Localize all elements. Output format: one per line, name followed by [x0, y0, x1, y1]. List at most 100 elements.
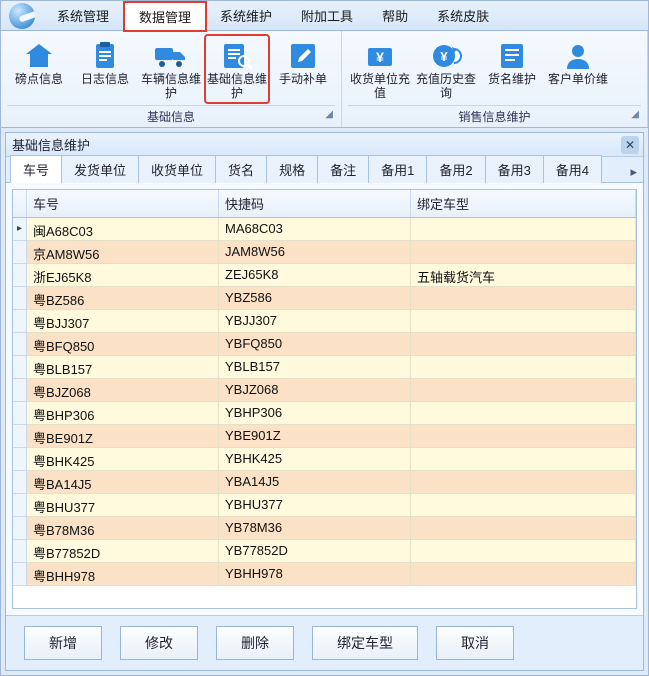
menu-item-2[interactable]: 系统维护 — [206, 1, 287, 30]
tab-1[interactable]: 发货单位 — [61, 155, 139, 183]
edit-button[interactable]: 修改 — [120, 626, 198, 660]
cell-shortcode: YBA14J5 — [219, 471, 411, 494]
table-row[interactable]: 粤BHP306YBHP306 — [13, 402, 636, 425]
row-indicator — [13, 264, 27, 287]
tab-scroll-right-icon[interactable]: ▸ — [624, 162, 643, 182]
tabs: 车号发货单位收货单位货名规格备注备用1备用2备用3备用4 ▸ — [6, 157, 643, 183]
cell-vehicle-type — [411, 402, 636, 425]
cell-shortcode: YBJJ307 — [219, 310, 411, 333]
column-header[interactable]: 快捷码 — [219, 190, 411, 217]
row-indicator — [13, 425, 27, 448]
table-row[interactable]: 粤BZ586YBZ586 — [13, 287, 636, 310]
toolbar-money-refresh-button[interactable]: ¥充值历史查询 — [414, 35, 478, 103]
cell-shortcode: YBJZ068 — [219, 379, 411, 402]
delete-button[interactable]: 删除 — [216, 626, 294, 660]
cell-vehicle-type — [411, 494, 636, 517]
table-row[interactable]: 京AM8W56JAM8W56 — [13, 241, 636, 264]
table-row[interactable]: 粤BE901ZYBE901Z — [13, 425, 636, 448]
table-row[interactable]: 粤BJZ068YBJZ068 — [13, 379, 636, 402]
toolbar-search-doc-button[interactable]: 基础信息维护 — [205, 35, 269, 103]
tab-8[interactable]: 备用3 — [485, 155, 544, 183]
row-indicator — [13, 471, 27, 494]
column-header[interactable]: 绑定车型 — [411, 190, 636, 217]
tab-9[interactable]: 备用4 — [543, 155, 602, 183]
column-header[interactable]: 车号 — [27, 190, 219, 217]
add-button[interactable]: 新增 — [24, 626, 102, 660]
tab-5[interactable]: 备注 — [317, 155, 369, 183]
table-row[interactable]: ▸闽A68C03MA68C03 — [13, 218, 636, 241]
toolbar-edit-button[interactable]: 手动补单 — [271, 35, 335, 103]
close-icon[interactable]: ✕ — [621, 136, 639, 154]
tab-4[interactable]: 规格 — [266, 155, 318, 183]
toolbar-label: 车辆信息维护 — [141, 73, 201, 101]
tab-6[interactable]: 备用1 — [368, 155, 427, 183]
menu-item-5[interactable]: 系统皮肤 — [423, 1, 504, 30]
toolbar-truck-button[interactable]: 车辆信息维护 — [139, 35, 203, 103]
truck-icon — [153, 39, 189, 73]
cell-vehicle-type — [411, 448, 636, 471]
list-icon — [494, 39, 530, 73]
cell-vehicle-no: 粤BHK425 — [27, 448, 219, 471]
panel-title-bar: 基础信息维护 ✕ — [6, 133, 643, 157]
tab-0[interactable]: 车号 — [10, 155, 62, 183]
row-indicator — [13, 241, 27, 264]
cell-shortcode: JAM8W56 — [219, 241, 411, 264]
menu-item-3[interactable]: 附加工具 — [287, 1, 368, 30]
table-row[interactable]: 粤BA14J5YBA14J5 — [13, 471, 636, 494]
tab-2[interactable]: 收货单位 — [138, 155, 216, 183]
cell-shortcode: YB78M36 — [219, 517, 411, 540]
cell-vehicle-no: 粤B78M36 — [27, 517, 219, 540]
toolbar-person-button[interactable]: 客户单价维 — [546, 35, 610, 103]
edit-icon — [285, 39, 321, 73]
cell-vehicle-no: 粤BZ586 — [27, 287, 219, 310]
cell-vehicle-type — [411, 241, 636, 264]
ribbon-expand-icon[interactable]: ◢ — [631, 109, 639, 120]
grid-body[interactable]: ▸闽A68C03MA68C03京AM8W56JAM8W56浙EJ65K8ZEJ6… — [13, 218, 636, 608]
menu-item-1[interactable]: 数据管理 — [124, 2, 206, 31]
button-row: 新增 修改 删除 绑定车型 取消 — [6, 615, 643, 670]
table-row[interactable]: 粤BJJ307YBJJ307 — [13, 310, 636, 333]
svg-text:¥: ¥ — [376, 49, 384, 65]
panel-title: 基础信息维护 — [12, 135, 90, 154]
menu-item-0[interactable]: 系统管理 — [43, 1, 124, 30]
row-indicator — [13, 494, 27, 517]
tab-7[interactable]: 备用2 — [426, 155, 485, 183]
toolbar-clipboard-button[interactable]: 日志信息 — [73, 35, 137, 103]
tab-3[interactable]: 货名 — [215, 155, 267, 183]
toolbar-home-button[interactable]: 磅点信息 — [7, 35, 71, 103]
cell-vehicle-no: 京AM8W56 — [27, 241, 219, 264]
app-logo — [1, 1, 43, 30]
row-indicator — [13, 448, 27, 471]
table-row[interactable]: 粤B78M36YB78M36 — [13, 517, 636, 540]
table-row[interactable]: 粤BLB157YBLB157 — [13, 356, 636, 379]
table-row[interactable]: 粤B77852DYB77852D — [13, 540, 636, 563]
cell-vehicle-type — [411, 540, 636, 563]
toolbar-list-button[interactable]: 货名维护 — [480, 35, 544, 103]
menu-item-4[interactable]: 帮助 — [368, 1, 423, 30]
cell-shortcode: YBHH978 — [219, 563, 411, 586]
cell-shortcode: YB77852D — [219, 540, 411, 563]
toolbar-money-button[interactable]: ¥收货单位充值 — [348, 35, 412, 103]
cell-vehicle-type: 五轴载货汽车 — [411, 264, 636, 287]
toolbar-label: 日志信息 — [81, 73, 129, 87]
table-row[interactable]: 粤BHK425YBHK425 — [13, 448, 636, 471]
row-indicator — [13, 402, 27, 425]
table-row[interactable]: 粤BFQ850YBFQ850 — [13, 333, 636, 356]
row-indicator — [13, 563, 27, 586]
cancel-button[interactable]: 取消 — [436, 626, 514, 660]
ribbon-group-sales: ¥收货单位充值¥充值历史查询货名维护客户单价维 销售信息维护◢ — [342, 31, 648, 127]
table-row[interactable]: 粤BHU377YBHU377 — [13, 494, 636, 517]
table-row[interactable]: 粤BHH978YBHH978 — [13, 563, 636, 586]
home-icon — [21, 39, 57, 73]
table-row[interactable]: 浙EJ65K8ZEJ65K8五轴载货汽车 — [13, 264, 636, 287]
row-indicator: ▸ — [13, 218, 27, 241]
cell-shortcode: YBHU377 — [219, 494, 411, 517]
cell-vehicle-no: 粤BE901Z — [27, 425, 219, 448]
cell-vehicle-no: 闽A68C03 — [27, 218, 219, 241]
menubar: 系统管理数据管理系统维护附加工具帮助系统皮肤 — [1, 1, 648, 31]
ribbon-expand-icon[interactable]: ◢ — [325, 109, 333, 120]
toolbar-label: 基础信息维护 — [207, 73, 267, 101]
cell-vehicle-type — [411, 563, 636, 586]
bind-vehicle-button[interactable]: 绑定车型 — [312, 626, 418, 660]
toolbar-label: 客户单价维 — [548, 73, 608, 87]
